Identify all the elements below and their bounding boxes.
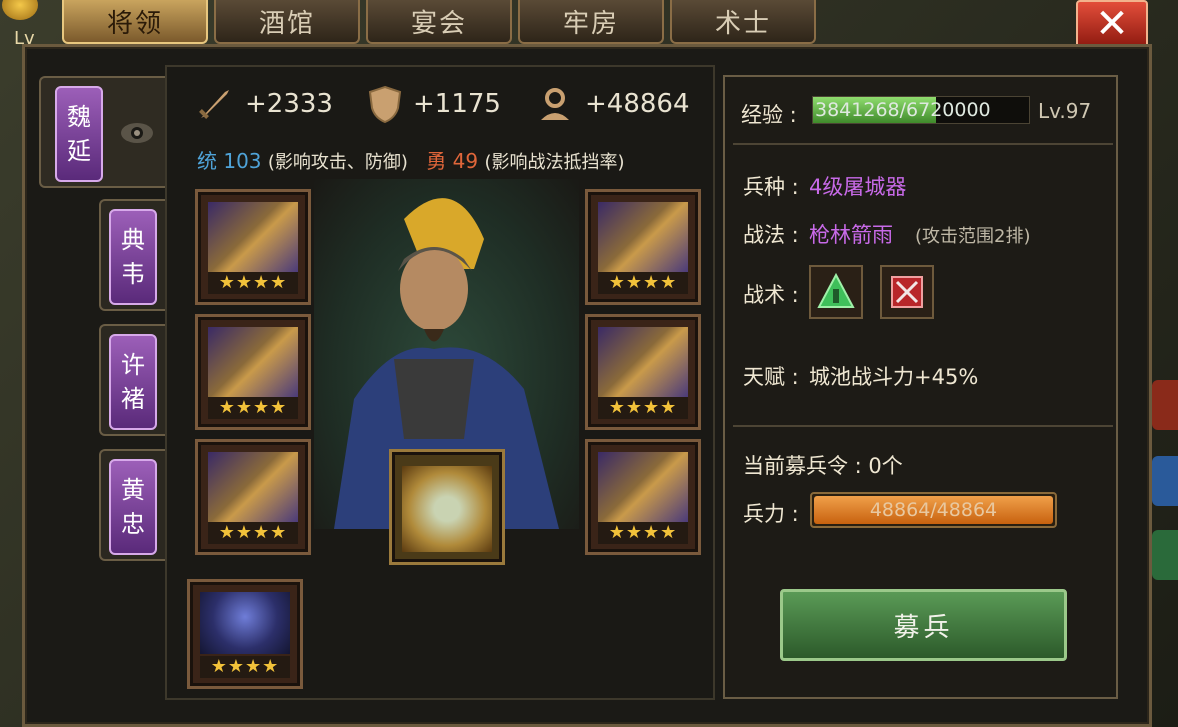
- tab-banquet[interactable]: 宴会: [366, 0, 512, 44]
- level-label: Lv.97: [1038, 99, 1092, 123]
- equipment-slot-left-2[interactable]: ★★★★: [195, 314, 311, 430]
- troops-value: +48864: [585, 89, 690, 119]
- recruit-token-label: 当前募兵令 : 0个: [743, 454, 903, 478]
- arrow-up-icon: [817, 272, 855, 308]
- close-icon: ✕: [1095, 1, 1129, 47]
- exp-label: 经验 :: [741, 103, 797, 127]
- courage-value: 49: [452, 149, 479, 173]
- soldier-icon: [541, 88, 569, 120]
- courage-label: 勇: [426, 149, 447, 173]
- talent-value: 城池战斗力+45%: [809, 365, 979, 389]
- side-button-green[interactable]: [1152, 530, 1178, 580]
- equipment-slot-right-2[interactable]: ★★★★: [585, 314, 701, 430]
- player-level-badge: Lv: [0, 0, 56, 49]
- talent-label: 天赋 :: [743, 365, 799, 389]
- tab-generals[interactable]: 将领: [62, 0, 208, 44]
- tab-tavern[interactable]: 酒馆: [214, 0, 360, 44]
- general-name-bottom: 韦: [121, 260, 145, 288]
- close-button[interactable]: ✕: [1076, 0, 1148, 48]
- crossed-swords-icon: [891, 276, 923, 308]
- general-name-top: 黄: [121, 476, 145, 504]
- skill-label: 战法 :: [743, 223, 799, 247]
- troops-stat: +48864: [535, 84, 690, 124]
- star-rating: ★★★★: [208, 272, 298, 294]
- equipment-slot-right-3[interactable]: ★★★★: [585, 439, 701, 555]
- exp-bar: 3841268/6720000: [812, 96, 1030, 124]
- general-name-bottom: 褚: [121, 385, 145, 413]
- attribute-row: 统 103 (影响攻击、防御) 勇 49 (影响战法抵挡率): [197, 145, 625, 174]
- general-name-bottom: 延: [67, 137, 91, 165]
- tactic-slot-2[interactable]: [880, 265, 934, 319]
- weapon-icon: [208, 202, 298, 272]
- star-rating: ★★★★: [208, 397, 298, 419]
- attack-value: +2333: [245, 89, 333, 119]
- top-tabs: 将领 酒馆 宴会 牢房 术士: [62, 0, 816, 44]
- general-name-top: 典: [121, 226, 145, 254]
- tactic-slot-1[interactable]: [809, 265, 863, 319]
- general-badge-weiyan: 魏 延: [55, 86, 103, 182]
- general-name-bottom: 忠: [121, 510, 145, 538]
- equipment-panel: +2333 +1175 +48864 统 103 (影响攻击、防御) 勇 49 …: [165, 65, 715, 700]
- divider: [733, 425, 1113, 427]
- courage-note: (影响战法抵挡率): [484, 152, 625, 173]
- side-button-red[interactable]: [1152, 380, 1178, 430]
- tab-prison[interactable]: 牢房: [518, 0, 664, 44]
- general-tab-xuchu[interactable]: 许 褚: [99, 324, 169, 436]
- star-rating: ★★★★: [200, 656, 290, 678]
- skill-value: 枪林箭雨: [809, 223, 893, 247]
- armor-icon: [200, 592, 290, 654]
- troop-bar: 48864/48864: [810, 492, 1057, 528]
- coin-icon: [2, 0, 38, 20]
- defense-stat: +1175: [367, 84, 501, 124]
- weapon-icon: [598, 202, 688, 272]
- shield-icon: [368, 85, 402, 124]
- star-rating: ★★★★: [598, 272, 688, 294]
- divider: [733, 143, 1113, 145]
- stat-row: +2333 +1175 +48864: [167, 79, 713, 129]
- general-badge-huangzhong: 黄 忠: [109, 459, 157, 555]
- weapon-icon: [598, 452, 688, 522]
- general-name-top: 许: [121, 351, 145, 379]
- weapon-icon: [598, 327, 688, 397]
- treasure-slot[interactable]: [389, 449, 505, 565]
- general-tab-dianwei[interactable]: 典 韦: [99, 199, 169, 311]
- general-badge-dianwei: 典 韦: [109, 209, 157, 305]
- command-note: (影响攻击、防御): [267, 152, 408, 173]
- star-rating: ★★★★: [208, 522, 298, 544]
- star-rating: ★★★★: [598, 397, 688, 419]
- sword-icon: [199, 90, 229, 119]
- command-value: 103: [223, 149, 262, 173]
- weapon-icon: [208, 452, 298, 522]
- unit-label: 兵种 :: [743, 175, 799, 199]
- info-panel: 经验 : 3841268/6720000 Lv.97 兵种 : 4级屠城器 战法…: [723, 75, 1118, 699]
- equipment-slot-right-1[interactable]: ★★★★: [585, 189, 701, 305]
- attack-stat: +2333: [195, 84, 333, 124]
- jade-seal-icon: [402, 466, 492, 552]
- star-rating: ★★★★: [598, 522, 688, 544]
- troop-label: 兵力 :: [743, 502, 799, 526]
- tab-sorcerer[interactable]: 术士: [670, 0, 816, 44]
- exp-value: 3841268/6720000: [815, 99, 991, 121]
- skill-note: (攻击范围2排): [915, 226, 1031, 247]
- command-label: 统: [197, 149, 217, 173]
- recruit-button[interactable]: 募兵: [780, 589, 1067, 661]
- general-tab-huangzhong[interactable]: 黄 忠: [99, 449, 169, 561]
- armor-slot[interactable]: ★★★★: [187, 579, 303, 689]
- side-button-blue[interactable]: [1152, 456, 1178, 506]
- general-name-top: 魏: [67, 103, 91, 131]
- defense-value: +1175: [413, 89, 501, 119]
- general-badge-xuchu: 许 褚: [109, 334, 157, 430]
- weapon-icon: [208, 327, 298, 397]
- equipment-slot-left-1[interactable]: ★★★★: [195, 189, 311, 305]
- eye-icon[interactable]: [119, 118, 155, 148]
- tactic-label: 战术 :: [743, 283, 799, 307]
- troop-value: 48864/48864: [869, 499, 998, 521]
- equipment-slot-left-3[interactable]: ★★★★: [195, 439, 311, 555]
- unit-value: 4级屠城器: [809, 175, 907, 199]
